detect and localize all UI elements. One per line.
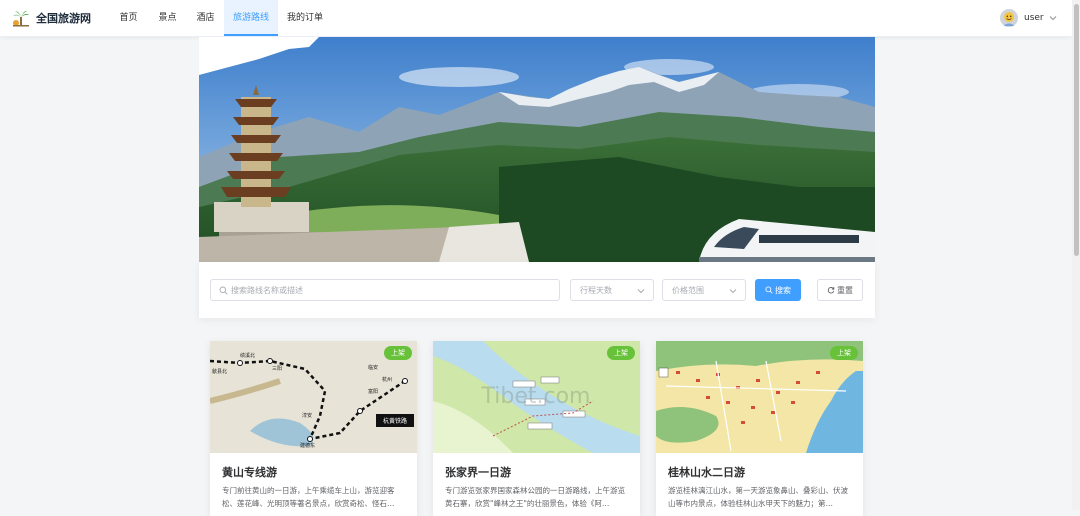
scrollbar-thumb[interactable]: [1074, 4, 1079, 256]
chevron-down-icon: [1049, 16, 1056, 21]
refresh-icon: [827, 287, 835, 294]
search-button-label: 搜索: [775, 285, 791, 295]
map-label: 建德东: [300, 442, 315, 449]
route-card[interactable]: 上架 桂林山水二日游 游览桂林漓江山水，第一天游览象鼻山、叠彩山、伏波山等市内景…: [656, 341, 863, 516]
route-description: 专门游览张家界国家森林公园的一日游路线，上午游览黄石寨，欣赏"峰林之王"的壮丽景…: [445, 486, 625, 508]
route-title: 黄山专线游: [222, 466, 277, 479]
chevron-down-icon: [637, 289, 645, 294]
chevron-down-icon: [729, 289, 737, 294]
reset-button-label: 重置: [837, 285, 853, 295]
search-box[interactable]: [210, 279, 560, 301]
search-icon: [765, 286, 773, 294]
status-badge: 上架: [607, 346, 635, 360]
avatar-icon: [1000, 9, 1018, 27]
map-label: 三阳: [272, 365, 282, 372]
route-title: 桂林山水二日游: [668, 466, 745, 479]
hero-banner: [199, 37, 875, 262]
brand-name: 全国旅游网: [36, 12, 91, 25]
route-card[interactable]: 绩溪北 三阳 临安 杭州 富阳 淳安 建德东 歙县北 杭黄铁路 上架 黄山专线游…: [210, 341, 417, 516]
top-navigation-bar: 全国旅游网 首页 景点 酒店 旅游路线 我的订单 user: [0, 0, 1072, 37]
map-label: 富阳: [368, 388, 378, 395]
user-name: user: [1024, 13, 1044, 23]
reset-button[interactable]: 重置: [817, 279, 863, 301]
palm-tree-icon: [13, 10, 29, 27]
route-card[interactable]: Tibet.com 上架 张家界一日游 专门游览张家界国家森林公园的一日游路线，…: [433, 341, 640, 516]
price-select-placeholder: 价格范围: [672, 286, 704, 295]
map-label: 杭黄铁路: [383, 417, 407, 425]
watermark-text: Tibet.com: [481, 384, 591, 409]
status-badge: 上架: [830, 346, 858, 360]
nav-attractions[interactable]: 景点: [149, 0, 186, 36]
user-menu[interactable]: user: [1000, 9, 1057, 27]
route-description: 游览桂林漓江山水，第一天游览象鼻山、叠彩山、伏波山等市内景点，体验桂林山水甲天下…: [668, 486, 848, 508]
route-image: 绩溪北 三阳 临安 杭州 富阳 淳安 建德东 歙县北 杭黄铁路 上架: [210, 341, 417, 453]
search-button[interactable]: 搜索: [755, 279, 801, 301]
route-title: 张家界一日游: [445, 466, 511, 479]
route-image: 上架: [656, 341, 863, 453]
nav-my-orders[interactable]: 我的订单: [280, 0, 330, 36]
banner-illustration: [199, 37, 875, 262]
search-panel: 行程天数 价格范围 搜索 重置: [199, 262, 875, 318]
status-badge: 上架: [384, 346, 412, 360]
map-label: 临安: [368, 364, 378, 371]
nav-home[interactable]: 首页: [110, 0, 147, 36]
nav-hotels[interactable]: 酒店: [187, 0, 224, 36]
map-label: 淳安: [302, 412, 312, 419]
brand[interactable]: 全国旅游网: [12, 9, 91, 27]
days-select-placeholder: 行程天数: [580, 286, 612, 295]
search-input[interactable]: [231, 282, 551, 298]
route-image: Tibet.com 上架: [433, 341, 640, 453]
map-label: 绩溪北: [240, 352, 255, 359]
map-label: 杭州: [382, 376, 392, 383]
nav-routes[interactable]: 旅游路线: [224, 0, 278, 36]
price-select[interactable]: 价格范围: [662, 279, 746, 301]
search-icon: [219, 286, 228, 295]
route-description: 专门前往黄山的一日游，上午乘缆车上山，游览迎客松、莲花峰、光明顶等著名景点，欣赏…: [222, 486, 395, 508]
days-select[interactable]: 行程天数: [570, 279, 654, 301]
map-label: 歙县北: [212, 368, 227, 375]
